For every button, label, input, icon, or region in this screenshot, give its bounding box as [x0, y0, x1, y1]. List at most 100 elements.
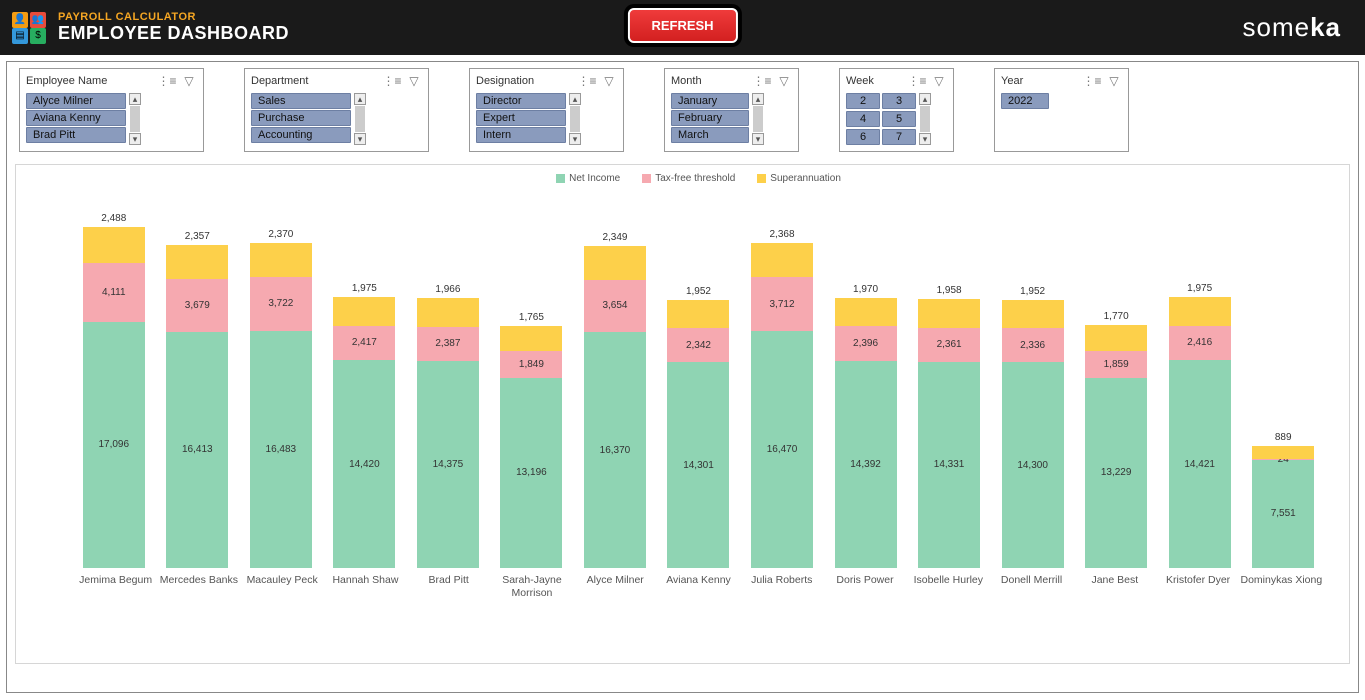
bar-value-label: 1,765: [500, 312, 562, 323]
x-axis-label: Sarah-Jayne Morrison: [490, 568, 573, 599]
slicer-item[interactable]: 7: [882, 129, 916, 145]
slicer-item[interactable]: Purchase: [251, 110, 351, 126]
bar-stack: 16,4703,7122,368: [751, 243, 813, 568]
bar-segment-net: 7,551: [1252, 459, 1314, 568]
slicer-item[interactable]: March: [671, 127, 749, 143]
scrollbar[interactable]: ▴▾: [128, 93, 142, 145]
slicer-item[interactable]: January: [671, 93, 749, 109]
bar-value-label: 2,349: [584, 232, 646, 243]
scrollbar[interactable]: ▴▾: [751, 93, 765, 145]
slicer-item[interactable]: 5: [882, 111, 916, 127]
scrollbar[interactable]: ▴▾: [353, 93, 367, 145]
scroll-down-icon[interactable]: ▾: [354, 133, 366, 145]
app-icon: 👤 👥 ▤ $: [12, 12, 46, 44]
multiselect-icon[interactable]: ⋮≡: [1084, 73, 1100, 89]
bar-segment-tax: 1,849: [500, 351, 562, 378]
x-axis-label: Aviana Kenny: [657, 568, 740, 599]
filter-icon[interactable]: ▽: [931, 73, 947, 89]
slicer-department[interactable]: Department ⋮≡▽ Sales Purchase Accounting…: [244, 68, 429, 152]
slicer-item[interactable]: Accounting: [251, 127, 351, 143]
slicer-item[interactable]: Expert: [476, 110, 566, 126]
slicer-item[interactable]: February: [671, 110, 749, 126]
slicer-employee[interactable]: Employee Name ⋮≡ ▽ Alyce Milner Aviana K…: [19, 68, 204, 152]
slicer-item[interactable]: 6: [846, 129, 880, 145]
scroll-down-icon[interactable]: ▾: [919, 133, 931, 145]
x-axis-label: Jemima Begum: [74, 568, 157, 599]
bar-value-label: 2,370: [250, 229, 312, 240]
bar-value-label: 3,654: [602, 300, 627, 311]
bar-column: 16,4133,6792,357: [158, 188, 238, 568]
people-icon: 👥: [30, 12, 46, 28]
slicer-item[interactable]: Alyce Milner: [26, 93, 126, 109]
chart-x-axis: Jemima BegumMercedes BanksMacauley PeckH…: [66, 568, 1331, 599]
filter-icon[interactable]: ▽: [181, 73, 197, 89]
slicer-item[interactable]: Director: [476, 93, 566, 109]
x-axis-label: Donell Merrill: [990, 568, 1073, 599]
bar-segment-tax: 1,859: [1085, 351, 1147, 378]
scroll-down-icon[interactable]: ▾: [129, 133, 141, 145]
slicer-item[interactable]: 4: [846, 111, 880, 127]
multiselect-icon[interactable]: ⋮≡: [909, 73, 925, 89]
multiselect-icon[interactable]: ⋮≡: [579, 73, 595, 89]
multiselect-icon[interactable]: ⋮≡: [159, 73, 175, 89]
x-axis-label: Doris Power: [823, 568, 906, 599]
scroll-up-icon[interactable]: ▴: [129, 93, 141, 105]
chart-plot: 17,0964,1112,48816,4133,6792,35716,4833,…: [66, 188, 1331, 568]
bar-value-label: 1,966: [417, 284, 479, 295]
multiselect-icon[interactable]: ⋮≡: [384, 73, 400, 89]
bar-value-label: 4,111: [102, 287, 126, 298]
bar-value-label: 1,975: [333, 283, 395, 294]
money-icon: $: [30, 28, 46, 44]
bar-segment-tax: 2,416: [1169, 326, 1231, 361]
scroll-up-icon[interactable]: ▴: [919, 93, 931, 105]
filter-icon[interactable]: ▽: [1106, 73, 1122, 89]
filter-icon[interactable]: ▽: [776, 73, 792, 89]
bar-segment-sup: 2,488: [83, 227, 145, 263]
slicer-item[interactable]: Aviana Kenny: [26, 110, 126, 126]
slicer-item[interactable]: 3: [882, 93, 916, 109]
slicer-item[interactable]: Intern: [476, 127, 566, 143]
scrollbar[interactable]: ▴▾: [918, 93, 932, 145]
scroll-down-icon[interactable]: ▾: [569, 133, 581, 145]
bar-segment-net: 16,370: [584, 332, 646, 568]
bar-segment-tax: 2,342: [667, 328, 729, 362]
slicer-item[interactable]: 2: [846, 93, 880, 109]
bar-column: 7,55124889: [1243, 188, 1323, 568]
scroll-up-icon[interactable]: ▴: [354, 93, 366, 105]
bar-column: 16,4833,7222,370: [241, 188, 321, 568]
bar-value-label: 1,849: [519, 359, 544, 370]
scrollbar[interactable]: ▴▾: [568, 93, 582, 145]
filter-icon[interactable]: ▽: [406, 73, 422, 89]
bar-stack: 14,3312,3611,958: [918, 299, 980, 568]
slicer-item[interactable]: Brad Pitt: [26, 127, 126, 143]
slicer-year[interactable]: Year ⋮≡ ▽ 2022: [994, 68, 1129, 152]
bar-segment-tax: 3,679: [166, 279, 228, 332]
bar-segment-net: 14,331: [918, 362, 980, 568]
bar-segment-sup: 889: [1252, 446, 1314, 459]
bar-value-label: 2,396: [853, 338, 878, 349]
bar-segment-net: 13,196: [500, 378, 562, 568]
bar-segment-sup: 2,357: [166, 245, 228, 279]
chart-container: Net Income Tax-free threshold Superannua…: [15, 164, 1350, 664]
x-axis-label: Jane Best: [1073, 568, 1156, 599]
bar-stack: 14,3002,3361,952: [1002, 300, 1064, 568]
bar-value-label: 14,392: [850, 459, 881, 470]
refresh-button[interactable]: REFRESH: [627, 8, 737, 43]
scroll-down-icon[interactable]: ▾: [752, 133, 764, 145]
slicer-item[interactable]: 2022: [1001, 93, 1049, 109]
slicer-week[interactable]: Week ⋮≡▽ 2 3 4 5 6 7 ▴▾: [839, 68, 954, 152]
brand-logo: someka: [1243, 12, 1342, 43]
legend-label: Net Income: [569, 173, 620, 184]
slicer-designation[interactable]: Designation ⋮≡▽ Director Expert Intern ▴…: [469, 68, 624, 152]
slicer-title: Month: [671, 75, 748, 87]
filter-icon[interactable]: ▽: [601, 73, 617, 89]
brand-text-bold: ka: [1310, 12, 1341, 42]
bar-value-label: 1,952: [1002, 286, 1064, 297]
slicer-item[interactable]: Sales: [251, 93, 351, 109]
slicer-title: Year: [1001, 75, 1078, 87]
scroll-up-icon[interactable]: ▴: [569, 93, 581, 105]
multiselect-icon[interactable]: ⋮≡: [754, 73, 770, 89]
slicer-month[interactable]: Month ⋮≡▽ January February March ▴▾: [664, 68, 799, 152]
scroll-up-icon[interactable]: ▴: [752, 93, 764, 105]
bar-column: 17,0964,1112,488: [74, 188, 154, 568]
